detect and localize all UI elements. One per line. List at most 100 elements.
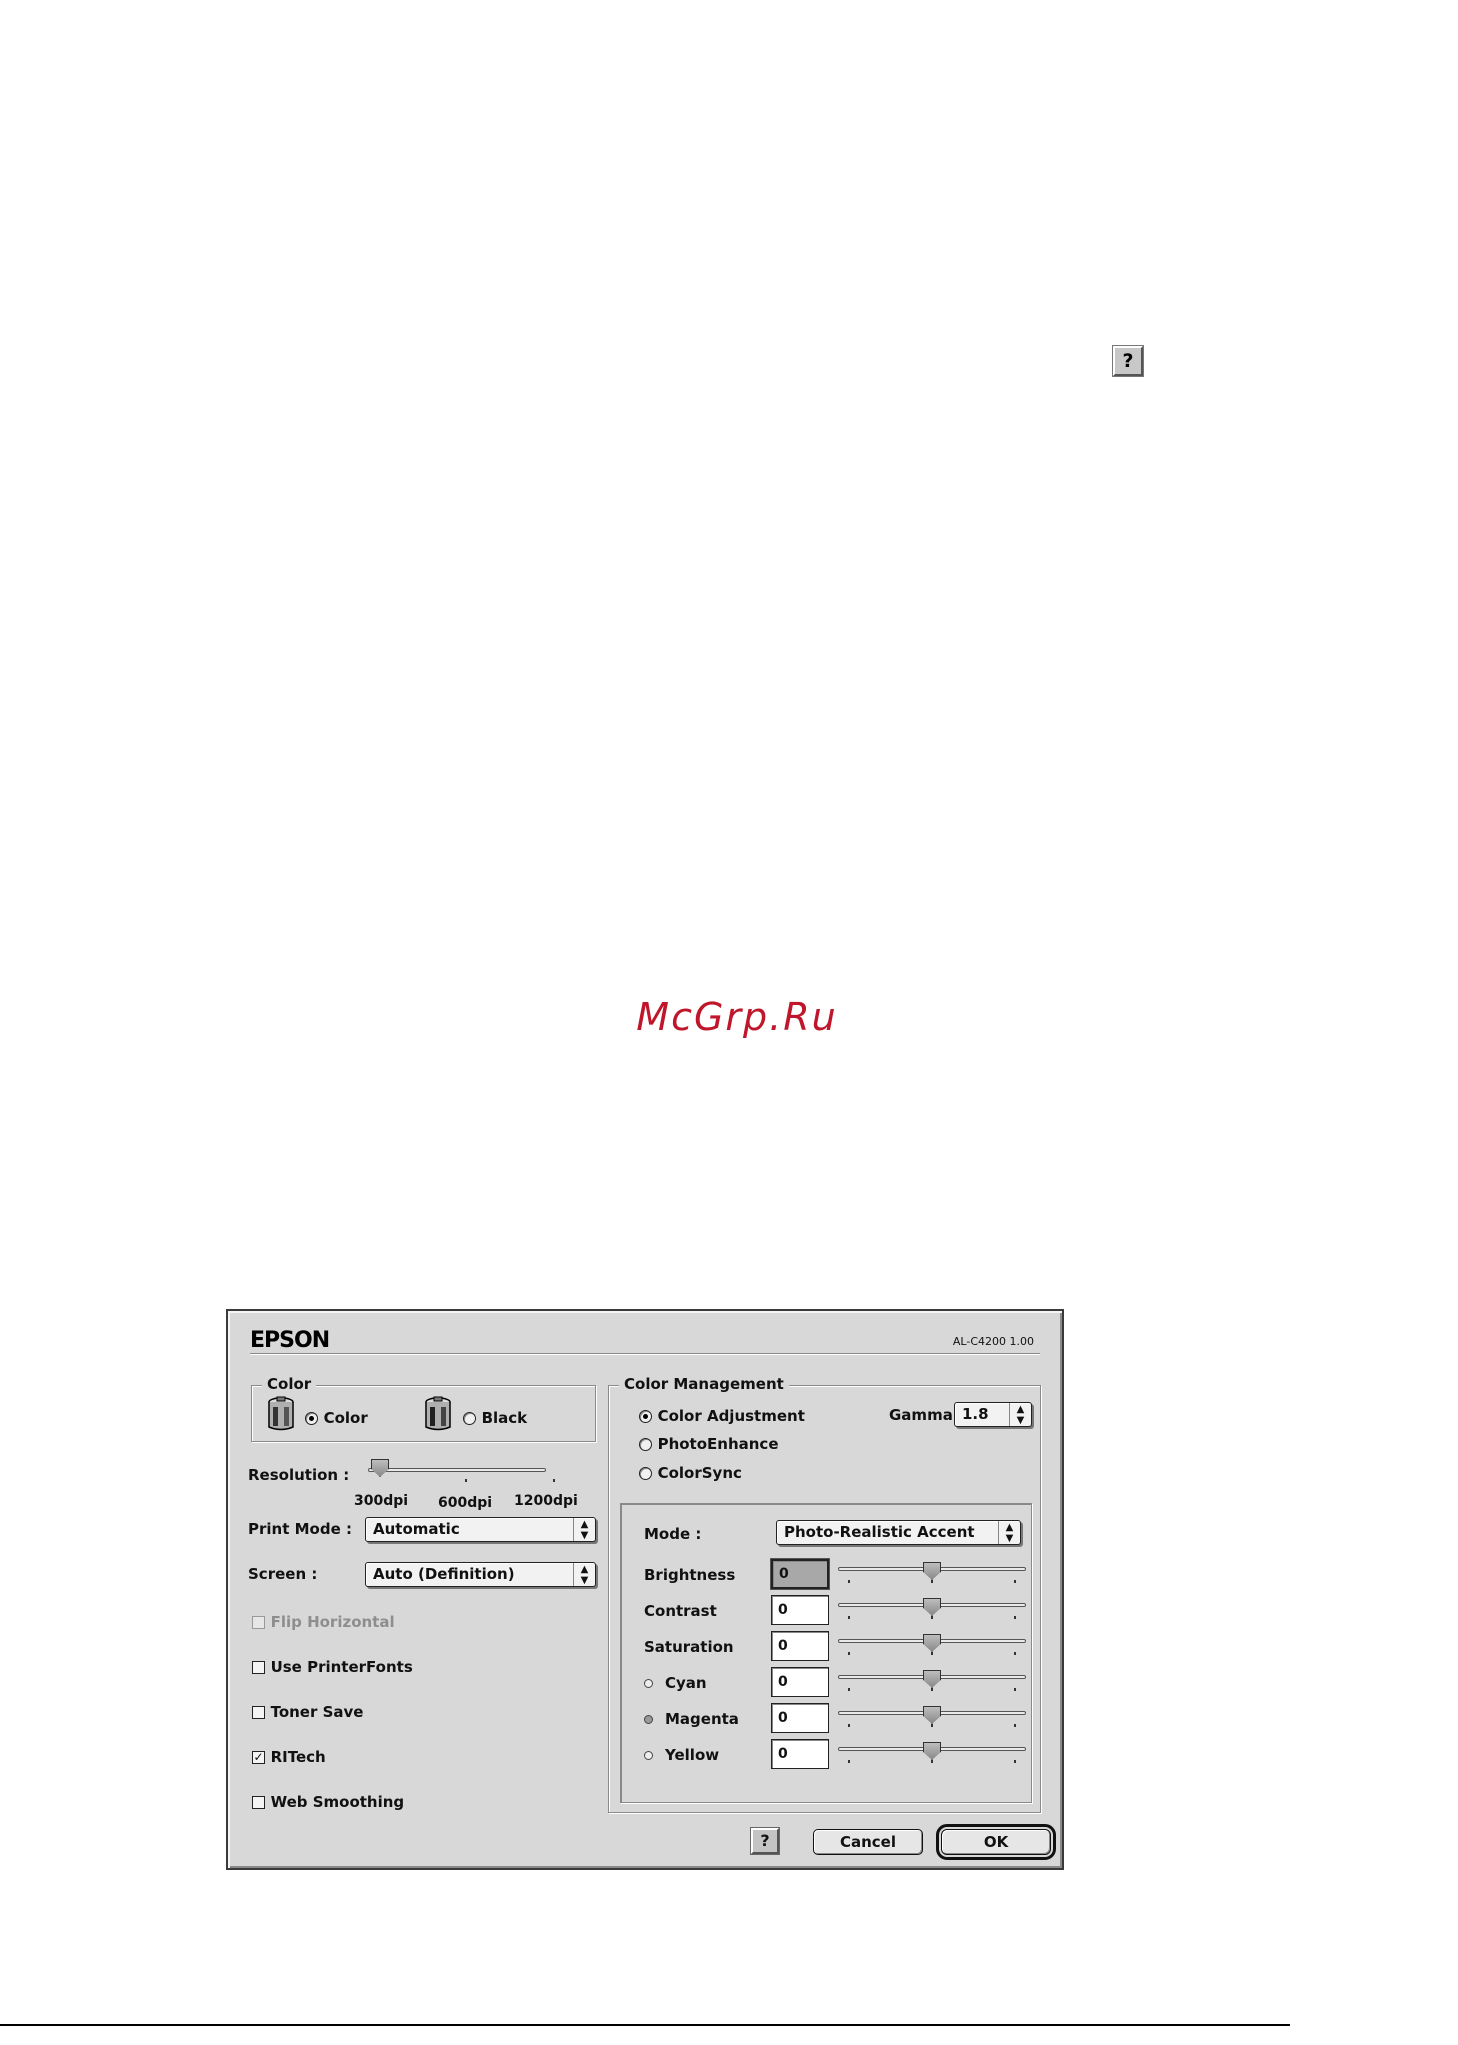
magenta-slider-tick [848, 1724, 850, 1727]
color-radio-button[interactable] [305, 1412, 318, 1425]
use-printer-fonts-option[interactable]: Use PrinterFonts [252, 1657, 413, 1676]
screen-label: Screen : [248, 1565, 318, 1583]
gamma-value: 1.8 [962, 1405, 989, 1423]
saturation-slider-tick [848, 1652, 850, 1655]
cyan-slider-thumb[interactable] [923, 1670, 941, 1688]
toner-save-checkbox[interactable] [252, 1706, 265, 1719]
black-radio-button[interactable] [463, 1412, 476, 1425]
contrast-input[interactable]: 0 [771, 1595, 829, 1625]
yellow-input[interactable]: 0 [771, 1739, 829, 1769]
brightness-slider-tick [931, 1580, 933, 1583]
cyan-slider-tick [1014, 1688, 1016, 1691]
cancel-button[interactable]: Cancel [813, 1829, 923, 1855]
web-smoothing-checkbox[interactable] [252, 1796, 265, 1809]
yellow-slider-thumb[interactable] [923, 1742, 941, 1760]
use-printer-fonts-checkbox[interactable] [252, 1661, 265, 1674]
ritech-option[interactable]: ✓ RITech [252, 1747, 326, 1766]
web-smoothing-label: Web Smoothing [270, 1793, 405, 1811]
color-adjustment-option[interactable]: Color Adjustment [639, 1406, 805, 1425]
popup-arrows-icon: ▲ ▼ [998, 1521, 1020, 1544]
gamma-label: Gamma [889, 1406, 953, 1424]
brightness-label: Brightness [644, 1566, 736, 1584]
popup-arrows-icon: ▲ ▼ [573, 1563, 595, 1586]
cyan-label: Cyan [665, 1674, 707, 1692]
screen-value: Auto (Definition) [373, 1565, 515, 1583]
magenta-slider-tick [1014, 1724, 1016, 1727]
page-footer-rule [0, 2024, 1290, 2026]
resolution-tick-label: 1200dpi [514, 1493, 578, 1509]
screen-select[interactable]: Auto (Definition) ▲ ▼ [365, 1562, 596, 1587]
color-group: Color Color Black [251, 1375, 596, 1442]
photoenhance-label: PhotoEnhance [657, 1435, 779, 1453]
printer-settings-dialog: EPSON AL-C4200 1.00 Color Color Black Re… [226, 1309, 1064, 1870]
saturation-input[interactable]: 0 [771, 1631, 829, 1661]
print-mode-value: Automatic [373, 1520, 460, 1538]
contrast-slider-tick [848, 1616, 850, 1619]
toner-save-option[interactable]: Toner Save [252, 1702, 363, 1721]
resolution-tick [465, 1479, 467, 1482]
header-divider [250, 1353, 1040, 1354]
color-adjustment-label: Color Adjustment [657, 1407, 805, 1425]
black-radio[interactable]: Black [463, 1408, 527, 1427]
color-radio[interactable]: Color [305, 1408, 368, 1427]
mode-value: Photo-Realistic Accent [784, 1523, 975, 1541]
photoenhance-option[interactable]: PhotoEnhance [639, 1434, 779, 1453]
yellow-slider-tick [848, 1760, 850, 1763]
flip-horizontal-label: Flip Horizontal [270, 1613, 395, 1631]
magenta-slider-thumb[interactable] [923, 1706, 941, 1724]
web-smoothing-option[interactable]: Web Smoothing [252, 1792, 404, 1811]
print-mode-select[interactable]: Automatic ▲ ▼ [365, 1517, 596, 1542]
cyan-input[interactable]: 0 [771, 1667, 829, 1697]
contrast-label: Contrast [644, 1602, 717, 1620]
color-adjustment-radio[interactable] [639, 1410, 652, 1423]
cyan-slider-tick [848, 1688, 850, 1691]
contrast-slider-tick [1014, 1616, 1016, 1619]
color-group-title: Color [262, 1375, 317, 1393]
resolution-tick-label: 600dpi [438, 1495, 493, 1511]
brightness-slider-thumb[interactable] [923, 1562, 941, 1580]
ok-button[interactable]: OK [936, 1824, 1056, 1860]
yellow-slider-tick [931, 1760, 933, 1763]
yellow-label: Yellow [665, 1746, 720, 1764]
contrast-slider-thumb[interactable] [923, 1598, 941, 1616]
resolution-slider[interactable] [368, 1468, 546, 1472]
color-management-group: Color Management Color Adjustment PhotoE… [608, 1375, 1041, 1813]
magenta-input[interactable]: 0 [771, 1703, 829, 1733]
brand-logo: EPSON [250, 1328, 330, 1353]
yellow-row-label[interactable]: Yellow [644, 1745, 719, 1764]
cyan-row-label[interactable]: Cyan [644, 1673, 707, 1692]
flip-horizontal-checkbox [252, 1616, 265, 1629]
mode-select[interactable]: Photo-Realistic Accent ▲ ▼ [776, 1520, 1021, 1545]
color-cartridge-icon [265, 1396, 297, 1438]
yellow-radio[interactable] [644, 1751, 653, 1760]
gamma-select[interactable]: 1.8 ▲ ▼ [954, 1402, 1032, 1427]
cyan-radio[interactable] [644, 1679, 653, 1688]
saturation-slider-tick [1014, 1652, 1016, 1655]
popup-arrows-icon: ▲ ▼ [573, 1518, 595, 1541]
help-icon: ? [1112, 345, 1144, 377]
brightness-slider-tick [848, 1580, 850, 1583]
magenta-row-label[interactable]: Magenta [644, 1709, 739, 1728]
saturation-label: Saturation [644, 1638, 734, 1656]
colorsync-label: ColorSync [657, 1464, 742, 1482]
print-mode-label: Print Mode : [248, 1520, 352, 1538]
colorsync-radio[interactable] [639, 1467, 652, 1480]
photoenhance-radio[interactable] [639, 1438, 652, 1451]
colorsync-option[interactable]: ColorSync [639, 1463, 742, 1482]
saturation-slider-thumb[interactable] [923, 1634, 941, 1652]
resolution-tick [553, 1479, 555, 1482]
magenta-radio[interactable] [644, 1715, 653, 1724]
popup-arrows-icon: ▲ ▼ [1009, 1403, 1031, 1426]
ritech-checkbox[interactable]: ✓ [252, 1751, 265, 1764]
adjustment-panel: Mode : Photo-Realistic Accent ▲ ▼ Brightn… [620, 1503, 1032, 1803]
ritech-label: RITech [270, 1748, 326, 1766]
cyan-slider-tick [931, 1688, 933, 1691]
brightness-input[interactable]: 0 [770, 1558, 830, 1590]
magenta-slider-tick [931, 1724, 933, 1727]
resolution-slider-thumb[interactable] [371, 1459, 389, 1477]
brightness-row-label: Brightness [644, 1565, 735, 1584]
help-button[interactable]: ? [750, 1827, 780, 1855]
resolution-tick-label: 300dpi [354, 1493, 409, 1509]
watermark: McGrp.Ru [636, 995, 838, 1039]
color-management-title: Color Management [619, 1375, 789, 1393]
